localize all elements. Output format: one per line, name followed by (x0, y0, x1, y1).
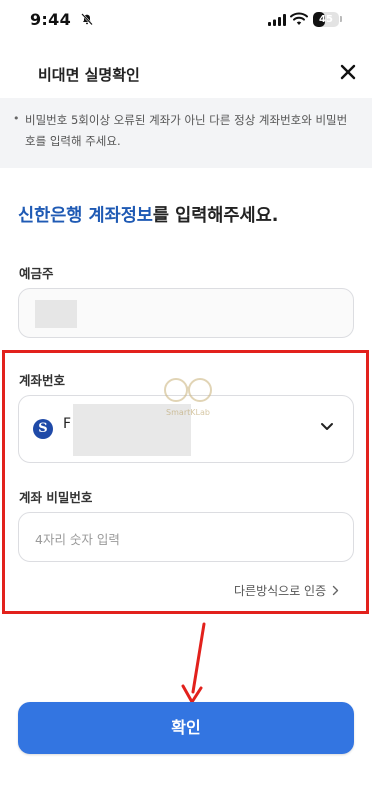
instruction-highlight: 신한은행 계좌정보 (18, 206, 153, 226)
chevron-right-icon (332, 585, 339, 596)
depositor-field[interactable] (18, 288, 354, 338)
page-title: 비대면 실명확인 (38, 66, 140, 84)
battery-icon: 45 (313, 12, 339, 27)
bell-off-icon (81, 13, 93, 26)
depositor-label: 예금주 (19, 266, 54, 281)
watermark-logo: SmartKLab (156, 368, 220, 428)
alt-method-link[interactable]: 다른방식으로 인증 (234, 582, 339, 599)
notice-bullet: • (13, 112, 20, 125)
battery-cap (340, 16, 342, 22)
depositor-name-masked (35, 300, 77, 328)
wifi-icon (290, 12, 308, 25)
account-label: 계좌번호 (19, 373, 66, 388)
notice-text: 비밀번호 5회이상 오류된 계좌가 아닌 다른 정상 계좌번호와 비밀번호를 입… (25, 113, 348, 148)
instruction-rest: 를 입력해주세요. (152, 206, 279, 226)
password-field[interactable]: 4자리 숫자 입력 (18, 512, 354, 562)
status-time: 9:44 (30, 10, 71, 29)
signal-icon (268, 14, 286, 26)
password-label: 계좌 비밀번호 (19, 490, 93, 505)
status-bar: 9:44 45 (0, 0, 372, 44)
alt-method-label: 다른방식으로 인증 (234, 584, 327, 598)
glasses-watermark-icon (164, 378, 212, 402)
password-placeholder: 4자리 숫자 입력 (35, 532, 120, 547)
instruction-heading: 신한은행 계좌정보를 입력해주세요. (18, 202, 278, 227)
chevron-down-icon (321, 423, 333, 430)
battery-level: 45 (319, 14, 333, 25)
arrow-down-icon (181, 622, 206, 704)
bank-logo-icon: S (33, 419, 53, 439)
watermark-text: SmartKLab (166, 408, 210, 417)
close-icon[interactable] (336, 60, 360, 84)
confirm-button[interactable]: 확인 (18, 702, 354, 754)
account-number-prefix: F (63, 416, 72, 432)
header: 비대면 실명확인 (0, 50, 372, 96)
notice-box: • 비밀번호 5회이상 오류된 계좌가 아닌 다른 정상 계좌번호와 비밀번호를… (0, 98, 372, 168)
